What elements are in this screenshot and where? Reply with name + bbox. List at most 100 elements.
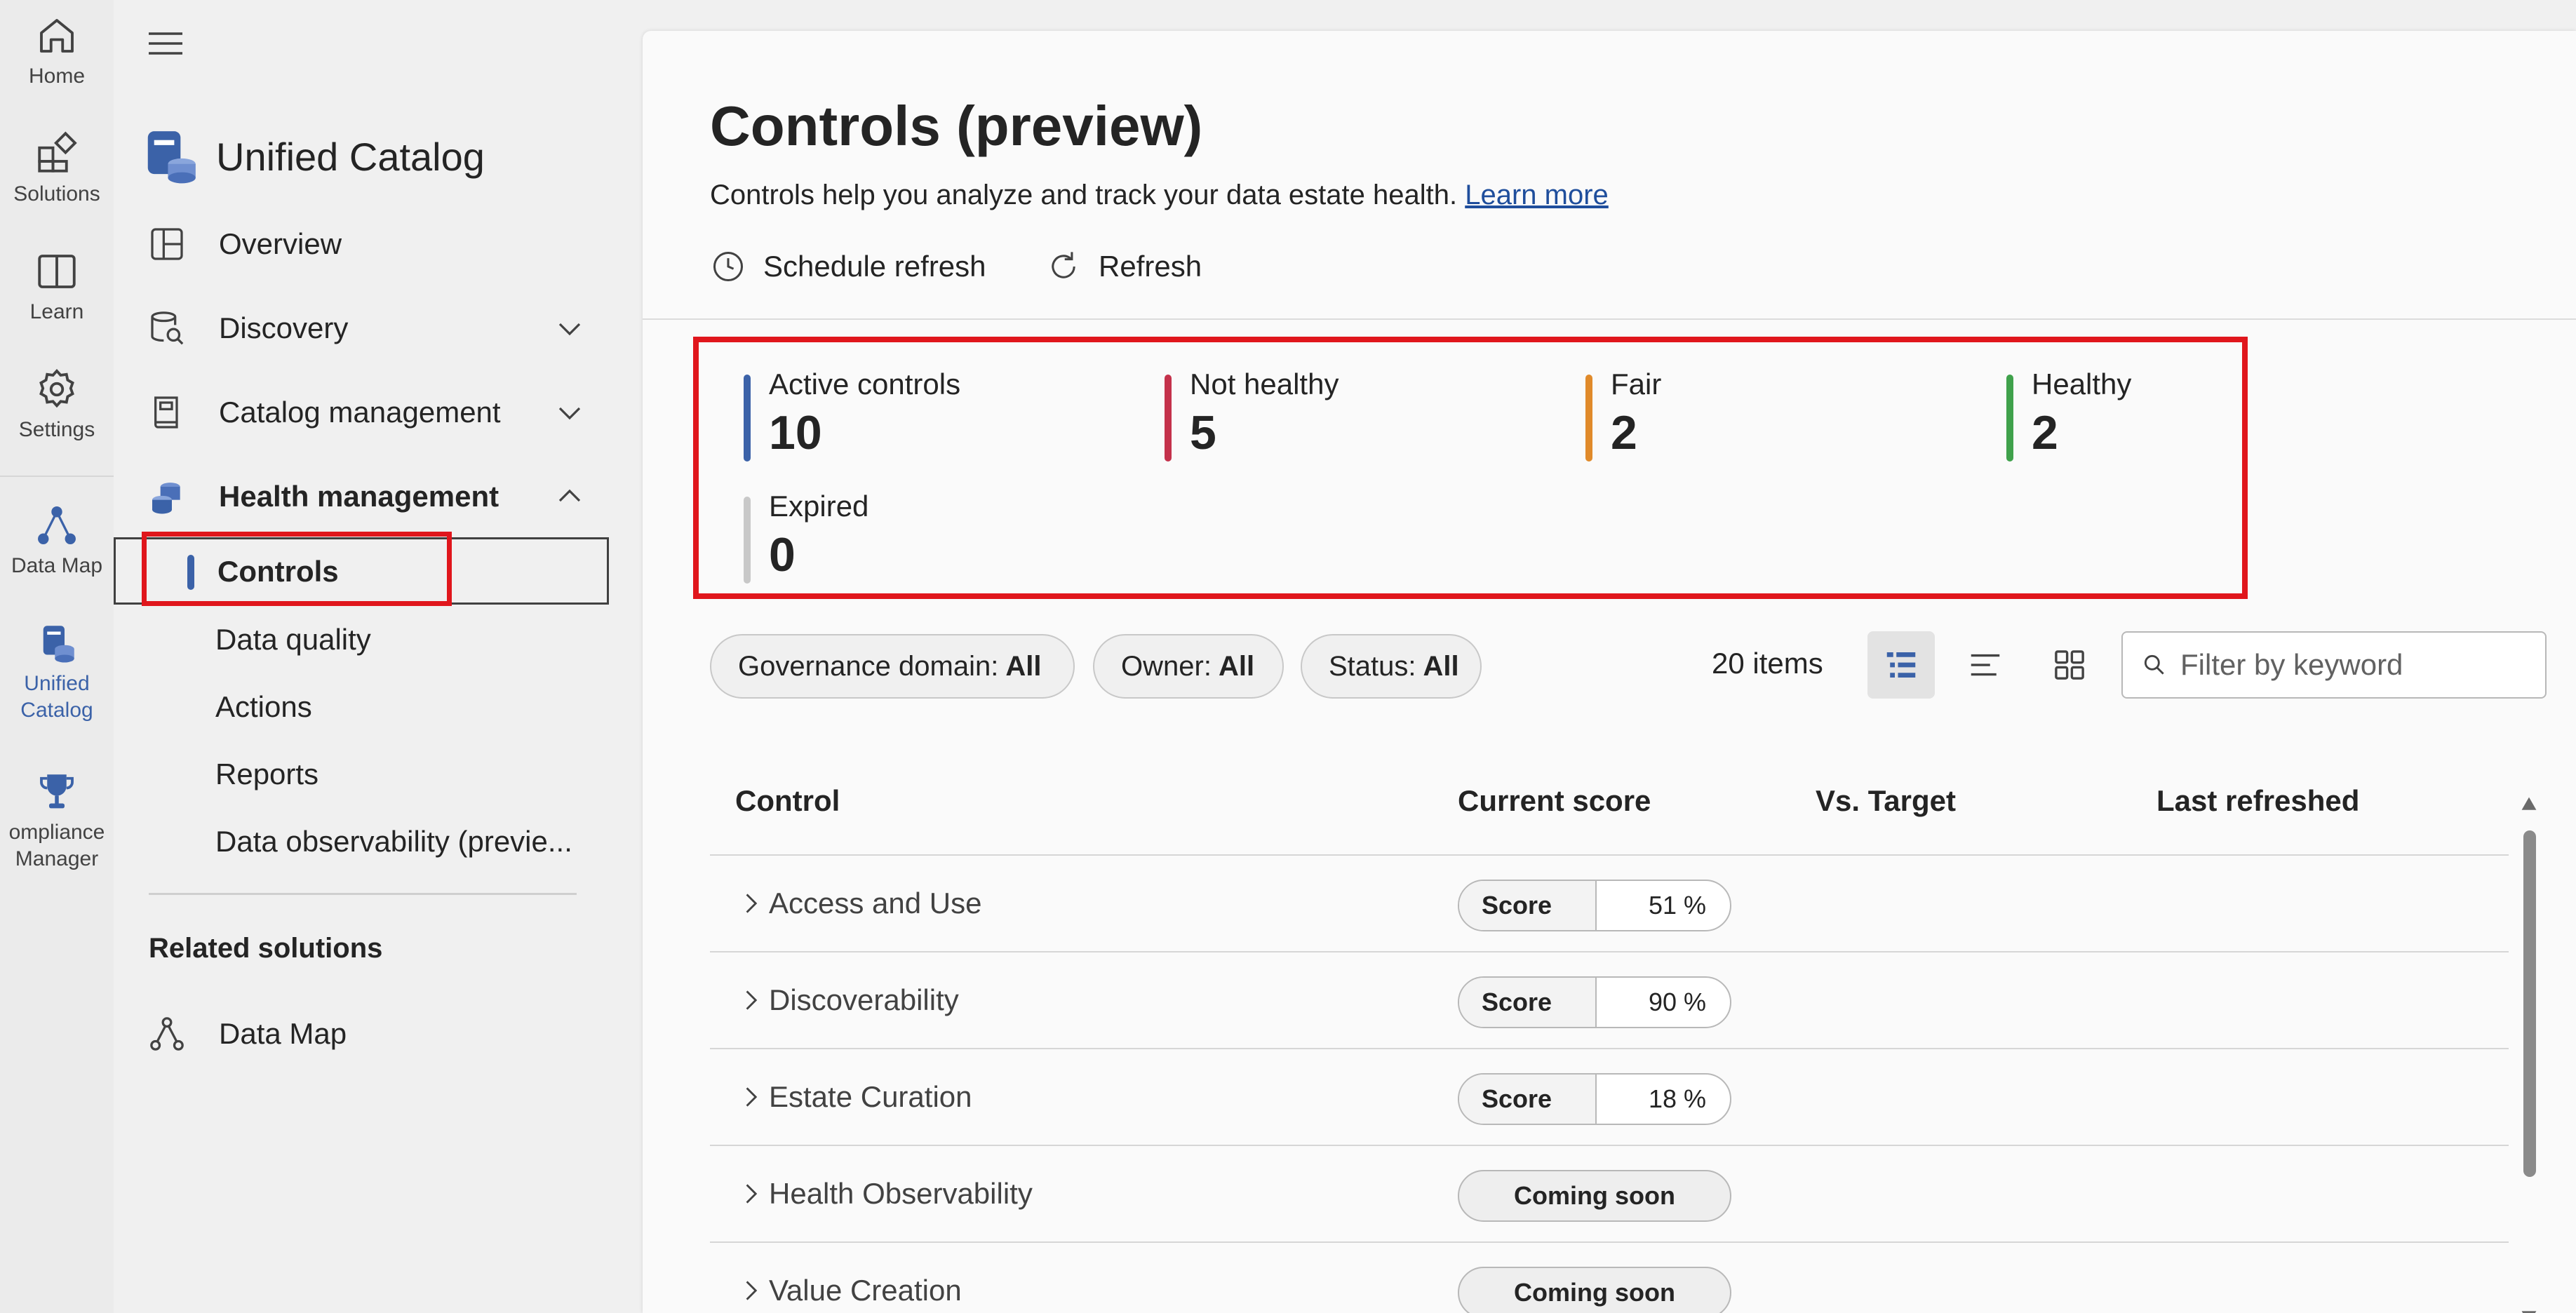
control-name: Health Observability xyxy=(769,1177,1033,1210)
filter-label: Status: xyxy=(1329,650,1416,682)
stat-label: Healthy xyxy=(2032,368,2132,400)
table-scrollbar[interactable] xyxy=(2518,795,2540,1313)
grid-icon xyxy=(2055,650,2084,680)
rail-label: Learn xyxy=(29,300,84,323)
filter-governance-domain[interactable]: Governance domain: All xyxy=(710,634,1075,699)
rail-item-compliance-manager[interactable]: ompliance Manager xyxy=(0,769,114,873)
page-title: Controls (preview) xyxy=(710,95,1203,157)
tree-view-button[interactable] xyxy=(1867,631,1935,699)
chevron-right-icon[interactable] xyxy=(738,889,763,917)
chevron-right-icon[interactable] xyxy=(738,1277,763,1305)
clock-icon xyxy=(713,251,744,282)
column-header-current-score[interactable]: Current score xyxy=(1458,784,1651,818)
tree-list-icon xyxy=(1886,652,1916,678)
score-value: 51 % xyxy=(1648,891,1706,920)
stat-indicator xyxy=(744,375,751,462)
nav-item-discovery[interactable]: Discovery xyxy=(147,300,596,356)
rail-label: Data Map xyxy=(11,554,103,577)
search-input[interactable] xyxy=(2180,648,2545,682)
filter-owner[interactable]: Owner: All xyxy=(1093,634,1284,699)
main-content: Controls (preview) Controls help you ana… xyxy=(643,31,2576,1313)
score-label: Score xyxy=(1482,891,1552,920)
filter-status[interactable]: Status: All xyxy=(1301,634,1482,699)
book-icon xyxy=(38,255,76,288)
stat-not-healthy: Not healthy 5 xyxy=(1165,361,1515,462)
score-badge: Score 18 % xyxy=(1458,1073,1731,1125)
nav-item-health-management[interactable]: Health management xyxy=(147,469,596,525)
stat-fair: Fair 2 xyxy=(1585,361,1936,462)
filter-keyword-search[interactable] xyxy=(2121,631,2547,699)
chevron-right-icon[interactable] xyxy=(738,1083,763,1111)
nav-subitem-actions[interactable]: Actions xyxy=(215,679,608,735)
filter-value: All xyxy=(1005,650,1042,682)
stat-indicator xyxy=(1585,375,1592,462)
nav-header: Unified Catalog xyxy=(140,125,485,188)
stat-label: Expired xyxy=(769,490,869,523)
solutions-icon xyxy=(38,131,77,173)
scroll-down-arrow-icon[interactable] xyxy=(2520,1307,2538,1313)
stat-label: Not healthy xyxy=(1190,368,1339,400)
rail-item-settings[interactable]: Settings xyxy=(0,366,114,443)
schedule-refresh-button[interactable]: Schedule refresh xyxy=(710,248,986,285)
table-row[interactable]: Discoverability Score 90 % xyxy=(710,952,2509,1049)
stat-value: 2 xyxy=(1611,406,1637,459)
rail-label: Home xyxy=(28,65,86,88)
nav-subitem-data-quality[interactable]: Data quality xyxy=(215,612,608,668)
table-row[interactable]: Health Observability Coming soon xyxy=(710,1146,2509,1243)
stat-value: 10 xyxy=(769,406,822,459)
related-item-data-map[interactable]: Data Map xyxy=(147,1006,596,1062)
scroll-thumb[interactable] xyxy=(2523,830,2536,1177)
trophy-icon xyxy=(40,774,74,809)
scroll-up-arrow-icon[interactable] xyxy=(2520,795,2538,814)
rail-label: Unified Catalog xyxy=(20,672,93,722)
chevron-up-icon[interactable] xyxy=(556,483,584,511)
related-item-label: Data Map xyxy=(219,1017,347,1050)
grid-view-button[interactable] xyxy=(2036,631,2103,699)
rail-item-solutions[interactable]: Solutions xyxy=(0,130,114,208)
control-name: Access and Use xyxy=(769,887,982,920)
nav-subitem-label: Reports xyxy=(215,758,319,790)
nav-subitem-reports[interactable]: Reports xyxy=(215,746,608,802)
list-view-button[interactable] xyxy=(1952,631,2019,699)
page-description: Controls help you analyze and track your… xyxy=(710,180,1609,211)
control-name: Estate Curation xyxy=(769,1080,972,1113)
nav-item-label: Catalog management xyxy=(219,396,501,429)
nav-subitem-data-observability[interactable]: Data observability (previe... xyxy=(215,814,608,870)
rail-label: Settings xyxy=(18,418,95,441)
nav-item-catalog-management[interactable]: Catalog management xyxy=(147,384,596,440)
score-badge: Score 51 % xyxy=(1458,880,1731,931)
nav-item-overview[interactable]: Overview xyxy=(147,216,596,272)
home-icon xyxy=(40,19,74,53)
items-count: 20 items xyxy=(1712,647,1823,680)
hamburger-menu-icon[interactable] xyxy=(147,29,184,58)
rail-item-unified-catalog[interactable]: Unified Catalog xyxy=(0,620,114,724)
refresh-button[interactable]: Refresh xyxy=(1045,248,1202,285)
data-map-icon xyxy=(150,1017,184,1051)
rail-item-data-map[interactable]: Data Map xyxy=(0,502,114,579)
table-row[interactable]: Access and Use Score 51 % xyxy=(710,856,2509,952)
rail-label: ompliance Manager xyxy=(8,821,105,870)
data-map-icon xyxy=(38,506,76,544)
coming-soon-badge: Coming soon xyxy=(1458,1170,1731,1222)
refresh-icon xyxy=(1052,252,1075,278)
stat-indicator xyxy=(2006,375,2013,462)
column-header-last-refreshed[interactable]: Last refreshed xyxy=(2156,784,2359,818)
learn-more-link[interactable]: Learn more xyxy=(1465,180,1609,210)
rail-item-home[interactable]: Home xyxy=(0,13,114,90)
column-header-vs-target[interactable]: Vs. Target xyxy=(1816,784,1956,818)
filter-value: All xyxy=(1218,650,1255,682)
related-solutions-heading: Related solutions xyxy=(149,933,383,964)
stat-value: 2 xyxy=(2032,406,2058,459)
nav-subitem-label: Data quality xyxy=(215,623,371,656)
table-row[interactable]: Estate Curation Score 18 % xyxy=(710,1049,2509,1146)
chevron-down-icon[interactable] xyxy=(556,398,584,426)
column-header-control[interactable]: Control xyxy=(735,784,840,818)
chevron-right-icon[interactable] xyxy=(738,1180,763,1208)
chevron-down-icon[interactable] xyxy=(556,314,584,342)
table-row[interactable]: Value Creation Coming soon xyxy=(710,1243,2509,1313)
chevron-right-icon[interactable] xyxy=(738,986,763,1014)
stat-expired: Expired 0 xyxy=(744,483,1094,584)
rail-item-learn[interactable]: Learn xyxy=(0,248,114,325)
stat-label: Fair xyxy=(1611,368,1662,400)
refresh-label: Refresh xyxy=(1099,250,1202,283)
